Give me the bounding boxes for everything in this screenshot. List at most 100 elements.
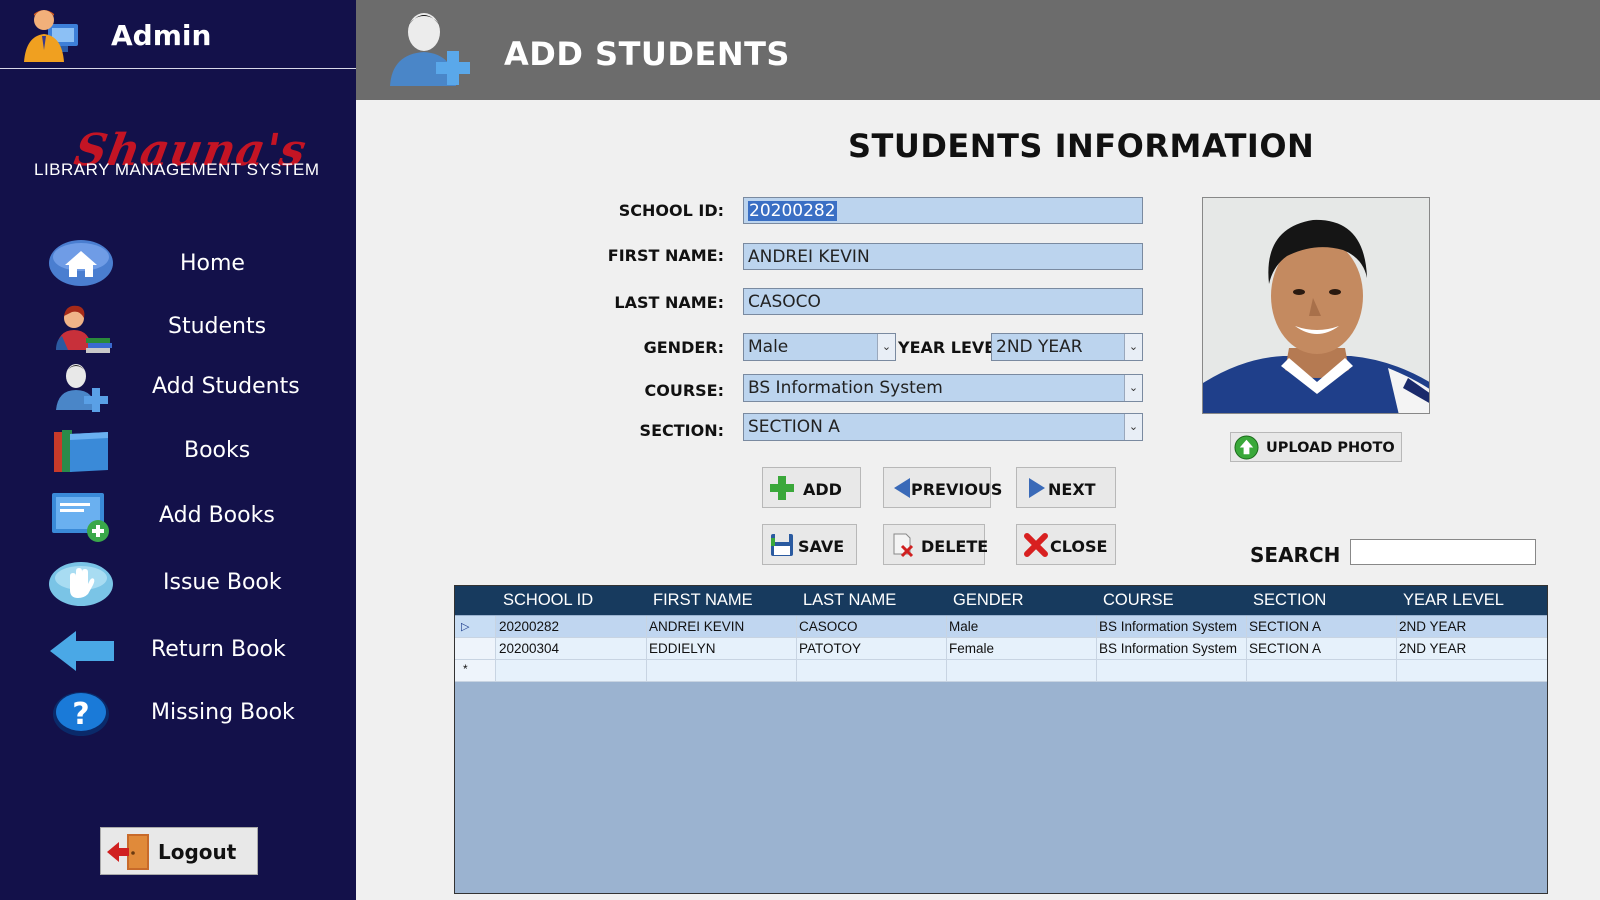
upload-photo-label: UPLOAD PHOTO: [1266, 440, 1395, 456]
first-name-field[interactable]: ANDREI KEVIN: [743, 243, 1143, 270]
cell-first-name[interactable]: ANDREI KEVIN: [649, 619, 744, 634]
sidebar: Admin Shauna's LIBRARY MANAGEMENT SYSTEM…: [0, 0, 356, 900]
arrow-left-icon: [50, 631, 114, 671]
next-button[interactable]: NEXT: [1016, 467, 1116, 508]
sidebar-item-label: Add Books: [159, 503, 275, 528]
sidebar-item-books[interactable]: Books: [0, 424, 356, 484]
course-value: BS Information System: [748, 378, 943, 398]
sidebar-item-label: Students: [168, 314, 267, 339]
next-label: NEXT: [1048, 480, 1096, 499]
sidebar-item-add-books[interactable]: Add Books: [0, 489, 356, 549]
admin-bar: Admin: [0, 0, 356, 69]
books-icon: [54, 430, 108, 472]
table-row[interactable]: ▷ 20200282 ANDREI KEVIN CASOCO Male BS I…: [455, 616, 1547, 638]
cell-gender[interactable]: Male: [949, 619, 978, 634]
year-level-value: 2ND YEAR: [996, 337, 1083, 357]
school-id-value: 20200282: [748, 201, 837, 221]
section-label: SECTION:: [639, 421, 724, 440]
search-input[interactable]: [1350, 539, 1536, 565]
close-label: CLOSE: [1050, 537, 1108, 556]
new-row-marker: *: [463, 662, 468, 676]
last-name-field[interactable]: CASOCO: [743, 288, 1143, 315]
floppy-disk-icon: [771, 534, 793, 556]
students-icon: [56, 305, 112, 353]
sidebar-item-issue-book[interactable]: Issue Book: [0, 556, 356, 616]
column-header-gender[interactable]: GENDER: [953, 591, 1024, 610]
chevron-down-icon[interactable]: ⌄: [1124, 375, 1142, 401]
logo-subtitle: LIBRARY MANAGEMENT SYSTEM: [34, 160, 320, 179]
section-select[interactable]: SECTION A ⌄: [743, 413, 1143, 441]
add-student-header-icon: [390, 13, 470, 86]
page-header: ADD STUDENTS: [356, 0, 1600, 100]
cell-course[interactable]: BS Information System: [1099, 619, 1237, 634]
cell-school-id[interactable]: 20200304: [499, 641, 559, 656]
student-photo: [1202, 197, 1430, 414]
cell-first-name[interactable]: EDDIELYN: [649, 641, 716, 656]
sidebar-item-missing-book[interactable]: ? Missing Book: [0, 686, 356, 746]
chevron-down-icon[interactable]: ⌄: [877, 334, 895, 360]
upload-photo-button[interactable]: UPLOAD PHOTO: [1230, 432, 1402, 462]
row-header[interactable]: [455, 638, 496, 659]
column-header-section[interactable]: SECTION: [1253, 591, 1326, 610]
save-button[interactable]: SAVE: [762, 524, 857, 565]
gender-value: Male: [748, 337, 789, 357]
cell-gender[interactable]: Female: [949, 641, 994, 656]
table-row-new[interactable]: *: [455, 660, 1547, 682]
home-icon: [49, 240, 113, 286]
cell-section[interactable]: SECTION A: [1249, 641, 1321, 656]
column-header-last-name[interactable]: LAST NAME: [803, 591, 896, 610]
row-header[interactable]: *: [455, 660, 496, 681]
table-header: SCHOOL ID FIRST NAME LAST NAME GENDER CO…: [455, 586, 1547, 615]
close-button[interactable]: CLOSE: [1016, 524, 1116, 565]
logout-button[interactable]: Logout: [100, 827, 258, 875]
add-book-icon: [52, 493, 109, 542]
sidebar-item-label: Return Book: [151, 637, 286, 662]
school-id-field[interactable]: 20200282: [743, 197, 1143, 224]
logout-door-icon: [107, 834, 149, 870]
add-student-icon: [56, 364, 108, 412]
sidebar-item-label: Missing Book: [151, 700, 295, 725]
first-name-label: FIRST NAME:: [607, 246, 724, 265]
add-label: ADD: [803, 480, 842, 499]
app-logo: Shauna's LIBRARY MANAGEMENT SYSTEM: [30, 125, 330, 185]
previous-button[interactable]: PREVIOUS: [883, 467, 1002, 508]
column-header-year-level[interactable]: YEAR LEVEL: [1403, 591, 1504, 610]
sidebar-item-students[interactable]: Students: [0, 300, 356, 360]
last-name-label: LAST NAME:: [614, 293, 724, 312]
course-select[interactable]: BS Information System ⌄: [743, 374, 1143, 402]
course-label: COURSE:: [644, 381, 724, 400]
table-row[interactable]: 20200304 EDDIELYN PATOTOY Female BS Info…: [455, 638, 1547, 660]
gender-select[interactable]: Male ⌄: [743, 333, 896, 361]
year-level-select[interactable]: 2ND YEAR ⌄: [991, 333, 1143, 361]
school-id-label: SCHOOL ID:: [618, 201, 724, 220]
row-header[interactable]: ▷: [455, 616, 496, 637]
cell-last-name[interactable]: CASOCO: [799, 619, 858, 634]
cell-last-name[interactable]: PATOTOY: [799, 641, 861, 656]
admin-user-icon: [24, 10, 78, 62]
column-header-first-name[interactable]: FIRST NAME: [653, 591, 753, 610]
delete-button[interactable]: DELETE: [883, 524, 988, 565]
cell-section[interactable]: SECTION A: [1249, 619, 1321, 634]
sidebar-item-label: Home: [180, 251, 245, 276]
section-title: STUDENTS INFORMATION: [848, 127, 1315, 165]
column-header-school-id[interactable]: SCHOOL ID: [503, 591, 593, 610]
chevron-down-icon[interactable]: ⌄: [1124, 334, 1142, 360]
close-x-icon: [1024, 533, 1048, 557]
admin-label: Admin: [111, 19, 212, 52]
sidebar-item-label: Books: [184, 438, 251, 463]
previous-label: PREVIOUS: [911, 480, 1003, 499]
chevron-down-icon[interactable]: ⌄: [1124, 414, 1142, 440]
students-table[interactable]: SCHOOL ID FIRST NAME LAST NAME GENDER CO…: [454, 585, 1548, 894]
add-button[interactable]: ADD: [762, 467, 861, 508]
plus-icon: [770, 476, 794, 500]
cell-school-id[interactable]: 20200282: [499, 619, 559, 634]
sidebar-item-add-students[interactable]: Add Students: [0, 360, 356, 420]
cell-year-level[interactable]: 2ND YEAR: [1399, 641, 1466, 656]
sidebar-item-return-book[interactable]: Return Book: [0, 623, 356, 683]
save-label: SAVE: [798, 537, 845, 556]
cell-year-level[interactable]: 2ND YEAR: [1399, 619, 1466, 634]
sidebar-item-home[interactable]: Home: [0, 237, 356, 297]
logout-label: Logout: [158, 840, 237, 864]
cell-course[interactable]: BS Information System: [1099, 641, 1237, 656]
column-header-course[interactable]: COURSE: [1103, 591, 1174, 610]
